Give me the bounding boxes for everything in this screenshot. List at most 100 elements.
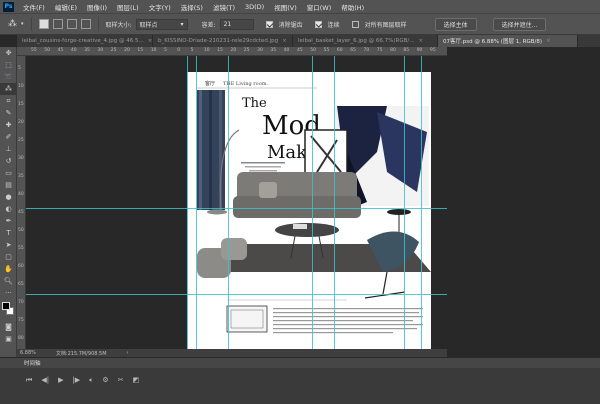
options-bar: ⁂ ▾ 取样大小: 取样点 ▾ 容差: 21 消除锯齿 连续 对所有图层取样 选择… [0, 13, 600, 35]
subtract-selection-icon[interactable] [66, 19, 77, 29]
sample-size-select[interactable]: 取样点 ▾ [135, 18, 188, 30]
title-line-1: The [242, 96, 267, 111]
history-brush-icon[interactable]: ↺ [0, 155, 17, 167]
menu-help[interactable]: 帮助(H) [336, 2, 369, 12]
ruler-tick-label: 25 [110, 48, 117, 53]
divider [30, 17, 32, 31]
tab-doc-3[interactable]: leibal_basket_layer_6.jpg @ 66.7%(RGB/..… [293, 35, 438, 47]
settings-icon[interactable]: ⚙ [102, 376, 108, 384]
menu-layer[interactable]: 图层(L) [112, 2, 144, 12]
guide-horizontal[interactable] [26, 208, 447, 209]
magic-wand-icon[interactable]: ⁂ [8, 19, 17, 29]
contiguous-label: 连续 [327, 21, 340, 29]
transition-icon[interactable]: ◩ [133, 376, 140, 384]
magic-wand-tool-icon[interactable]: ⁂ [0, 83, 17, 95]
menu-view[interactable]: 视图(V) [269, 2, 302, 12]
crop-tool-icon[interactable]: ⌗ [0, 95, 17, 107]
new-selection-icon[interactable] [38, 19, 49, 29]
select-subject-button[interactable]: 选择主体 [434, 17, 477, 31]
tab-doc-4[interactable]: 07客厅.psd @ 6.88% (图层 1, RGB/8) × [438, 35, 578, 47]
eraser-tool-icon[interactable]: ▭ [0, 167, 17, 179]
ruler-tick-label: 95 [430, 48, 436, 53]
photoshop-logo[interactable]: Ps [3, 1, 14, 12]
dodge-tool-icon[interactable]: ◐ [0, 203, 17, 215]
clone-stamp-icon[interactable]: ⊥ [0, 143, 17, 155]
menu-select[interactable]: 选择(S) [176, 2, 208, 12]
next-frame-icon[interactable]: |▶ [72, 376, 80, 384]
books [293, 224, 307, 229]
status-menu-chevron-icon[interactable]: › [127, 350, 129, 356]
menu-3d[interactable]: 3D(D) [240, 3, 269, 11]
pouf [221, 238, 247, 260]
move-tool-icon[interactable]: ✥ [0, 47, 17, 59]
guide-vertical[interactable] [312, 56, 313, 349]
tolerance-input[interactable]: 21 [219, 18, 254, 30]
document-canvas[interactable]: 客厅 THE Living room. The Mod Maker [187, 72, 431, 349]
guide-vertical[interactable] [187, 56, 188, 349]
menu-image[interactable]: 图像(I) [82, 2, 112, 12]
sample-size-label: 取样大小: [105, 21, 132, 29]
ruler-tick-label: 45 [18, 210, 24, 215]
ruler-tick-label: 30 [257, 48, 263, 53]
tab-doc-2[interactable]: b_KISSINO-Driade-210231-rele29cdcted.jpg… [153, 35, 293, 47]
close-icon[interactable]: × [546, 38, 551, 44]
select-and-mask-button[interactable]: 选择并遮住... [492, 17, 547, 31]
divider [97, 17, 99, 31]
menu-edit[interactable]: 编辑(E) [50, 2, 82, 12]
all-layers-checkbox[interactable] [351, 20, 359, 28]
ruler-tick-label: 70 [18, 300, 24, 305]
tab-doc-1[interactable]: leibal_cousins-forge-creative_4.jpg @ 46… [17, 35, 153, 47]
guide-vertical[interactable] [334, 56, 335, 349]
type-tool-icon[interactable]: T [0, 227, 17, 239]
menu-filter[interactable]: 滤镜(T) [208, 2, 240, 12]
first-frame-icon[interactable]: ⏮ [26, 376, 32, 385]
blur-tool-icon[interactable]: ● [0, 191, 17, 203]
contiguous-checkbox[interactable] [314, 20, 322, 28]
ruler-tick-label: 80 [390, 48, 396, 53]
split-icon[interactable]: ✂ [118, 376, 124, 384]
menu-file[interactable]: 文件(F) [18, 2, 50, 12]
foreground-color-swatch[interactable] [2, 302, 10, 310]
path-selection-icon[interactable]: ➤ [0, 239, 17, 251]
play-icon[interactable]: ▶ [58, 376, 63, 384]
guide-vertical[interactable] [196, 56, 197, 349]
hand-tool-icon[interactable]: ✋ [0, 263, 17, 275]
curtain-fold [199, 90, 202, 210]
close-icon[interactable]: × [148, 38, 152, 44]
guide-vertical[interactable] [404, 56, 405, 349]
ruler-tick-label: 90 [416, 48, 423, 53]
marquee-tool-icon[interactable]: ⬚ [0, 59, 17, 71]
add-selection-icon[interactable] [52, 19, 63, 29]
audio-icon[interactable]: 🔈︎ [89, 376, 93, 385]
ruler-tick-label: 25 [18, 138, 24, 143]
more-tools-icon[interactable]: ··· [0, 287, 17, 299]
gradient-tool-icon[interactable]: ▤ [0, 179, 17, 191]
guide-vertical[interactable] [228, 56, 229, 349]
close-icon[interactable]: × [418, 38, 423, 44]
previous-frame-icon[interactable]: ◀| [41, 376, 49, 384]
brush-tool-icon[interactable]: ✐ [0, 131, 17, 143]
screen-mode-icon[interactable]: ▣ [0, 333, 17, 345]
zoom-tool-icon[interactable]: 🔍︎ [0, 275, 17, 287]
quick-mask-icon[interactable]: ◙ [0, 321, 17, 333]
rectangle-tool-icon[interactable]: ▢ [0, 251, 17, 263]
pen-tool-icon[interactable]: ✒ [0, 215, 17, 227]
close-icon[interactable]: × [282, 38, 287, 44]
guide-vertical[interactable] [421, 56, 422, 349]
ruler-vertical: 5 10 15 20 25 30 35 40 45 50 55 60 65 70 75 80 [17, 56, 26, 349]
intersect-selection-icon[interactable] [80, 19, 91, 29]
healing-brush-icon[interactable]: ✚ [0, 119, 17, 131]
ruler-tick-label: 35 [18, 174, 24, 179]
menu-window[interactable]: 窗口(W) [302, 2, 337, 12]
guide-horizontal[interactable] [26, 294, 447, 295]
lasso-tool-icon[interactable]: ➰ [0, 71, 17, 83]
ruler-tick-label: 35 [270, 48, 277, 53]
eyedropper-tool-icon[interactable]: ✎ [0, 107, 17, 119]
canvas-area[interactable]: 客厅 THE Living room. The Mod Maker [26, 56, 447, 349]
menu-type[interactable]: 文字(Y) [144, 2, 176, 12]
chair-base [364, 291, 406, 299]
lamp-base [207, 209, 227, 215]
zoom-level[interactable]: 6.88% [20, 350, 36, 356]
antialias-checkbox[interactable] [265, 20, 273, 28]
tool-preset-chevron-icon[interactable]: ▾ [21, 21, 24, 27]
